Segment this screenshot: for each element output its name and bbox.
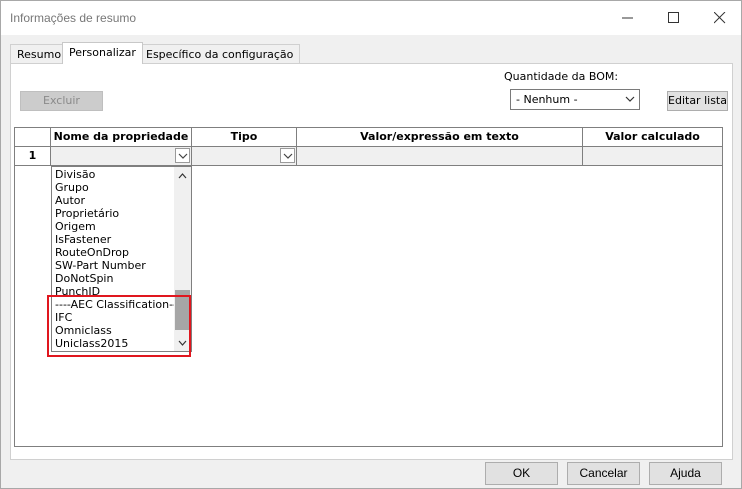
summary-info-dialog: Informações de resumo Resumo Personaliza…: [0, 0, 742, 489]
title-bar: Informações de resumo: [1, 1, 741, 35]
minimize-button[interactable]: [605, 1, 651, 35]
maximize-button[interactable]: [651, 1, 697, 35]
aec-classification-highlight: [47, 295, 191, 357]
column-header-evaluated-value: Valor calculado: [583, 128, 722, 147]
property-name-combo[interactable]: [51, 147, 192, 166]
type-dropdown-button[interactable]: [280, 148, 295, 163]
dropdown-option[interactable]: Autor: [54, 194, 172, 207]
close-icon: [714, 12, 726, 24]
window-title: Informações de resumo: [10, 11, 137, 25]
help-button[interactable]: Ajuda: [649, 462, 722, 485]
edit-list-button[interactable]: Editar lista: [667, 91, 728, 111]
bom-quantity-select[interactable]: - Nenhum -: [510, 89, 640, 110]
dropdown-option[interactable]: Grupo: [54, 181, 172, 194]
cancel-button[interactable]: Cancelar: [567, 462, 640, 485]
dropdown-option[interactable]: RouteOnDrop: [54, 246, 172, 259]
scroll-up-button[interactable]: [174, 167, 191, 184]
close-button[interactable]: [697, 1, 742, 35]
dropdown-option[interactable]: Origem: [54, 220, 172, 233]
column-header-text-value: Valor/expressão em texto: [297, 128, 583, 147]
chevron-down-icon: [283, 153, 293, 159]
tab-resumo[interactable]: Resumo: [10, 44, 69, 63]
tab-personalizar[interactable]: Personalizar: [62, 42, 143, 64]
dropdown-option[interactable]: Proprietário: [54, 207, 172, 220]
properties-grid: Nome da propriedade Tipo Valor/expressão…: [14, 127, 723, 447]
bom-quantity-value: - Nenhum -: [516, 93, 578, 106]
type-combo[interactable]: [192, 147, 297, 166]
delete-button[interactable]: Excluir: [20, 91, 103, 111]
bom-quantity-label: Quantidade da BOM:: [504, 70, 619, 83]
text-value-cell[interactable]: [297, 147, 583, 166]
chevron-down-icon: [625, 96, 635, 102]
chevron-down-icon: [178, 153, 188, 159]
row-header-corner: [15, 128, 51, 147]
dropdown-option[interactable]: IsFastener: [54, 233, 172, 246]
dropdown-option[interactable]: Divisão: [54, 168, 172, 181]
minimize-icon: [622, 17, 633, 19]
column-header-type: Tipo: [192, 128, 297, 147]
property-name-dropdown-button[interactable]: [175, 148, 190, 163]
tab-configuration-specific[interactable]: Específico da configuração: [139, 44, 301, 63]
maximize-icon: [668, 12, 679, 23]
scroll-up-icon: [178, 173, 187, 179]
row-number: 1: [15, 147, 51, 166]
dropdown-option[interactable]: DoNotSpin: [54, 272, 172, 285]
dropdown-option[interactable]: SW-Part Number: [54, 259, 172, 272]
evaluated-value-cell: [583, 147, 722, 166]
ok-button[interactable]: OK: [485, 462, 558, 485]
column-header-property-name: Nome da propriedade: [51, 128, 192, 147]
custom-properties-panel: Excluir Quantidade da BOM: - Nenhum - Ed…: [10, 63, 733, 460]
